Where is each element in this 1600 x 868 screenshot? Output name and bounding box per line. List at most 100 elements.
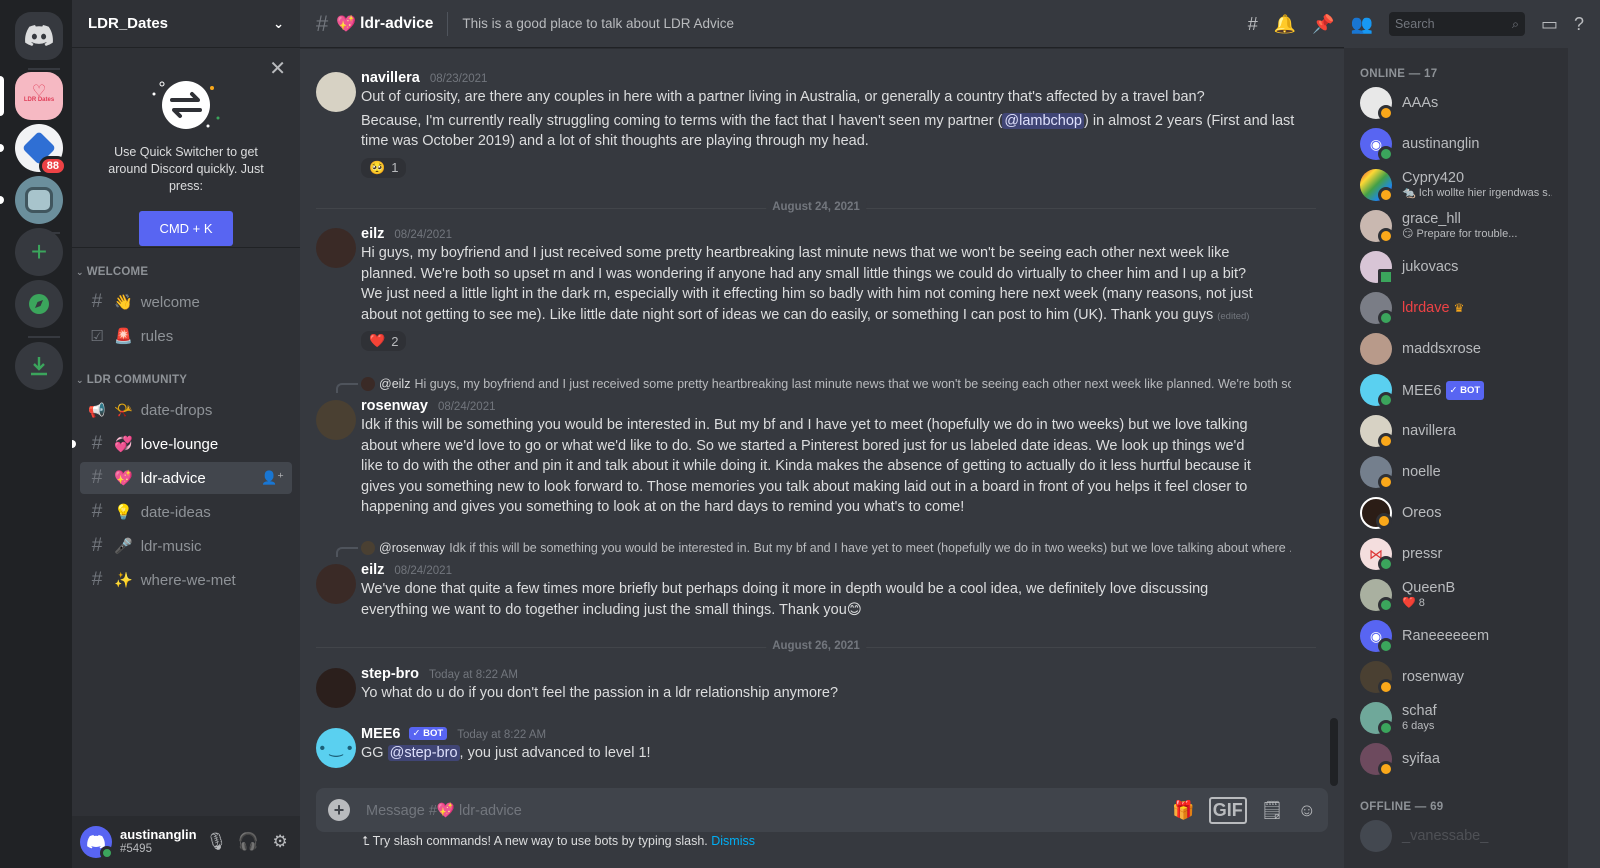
server-diamond[interactable]: 88 <box>15 124 67 176</box>
gear-icon[interactable]: ⚙ <box>268 832 292 852</box>
mention-badge: 88 <box>38 156 67 176</box>
member-name: Oreos <box>1402 504 1442 521</box>
reaction[interactable]: ❤️ 2 <box>361 331 407 351</box>
explore-servers-button[interactable] <box>15 280 63 328</box>
pin-icon[interactable]: 📌 <box>1312 14 1334 35</box>
member-austinanglin[interactable]: ◉ austinanglin <box>1352 123 1560 165</box>
member-pressr[interactable]: ⋈ pressr <box>1352 533 1560 575</box>
member-navillera[interactable]: navillera <box>1352 410 1560 452</box>
close-icon[interactable]: ✕ <box>269 56 286 81</box>
channel-label: ldr-advice <box>140 469 206 487</box>
member-noelle[interactable]: noelle <box>1352 451 1560 493</box>
member-jukovacs[interactable]: jukovacs <box>1352 246 1560 288</box>
chat-area: # 💖 ldr-advice This is a good place to t… <box>300 0 1344 868</box>
message-text: Hi guys, my boyfriend and I just receive… <box>361 243 1300 327</box>
user-mention[interactable]: @step-bro <box>387 745 460 761</box>
category-ldr-community[interactable]: ⌄ LDR COMMUNITY <box>72 374 300 386</box>
server-ldr-dates[interactable]: ♡ LDR Dates <box>15 72 63 120</box>
scrollbar[interactable] <box>1330 718 1338 786</box>
hash-icon: # <box>316 10 329 36</box>
channel-ldr-music[interactable]: # 🎤 ldr-music <box>80 530 292 562</box>
member-vanessabe[interactable]: _vanessabe_ <box>1352 815 1560 857</box>
member-name: _vanessabe_ <box>1402 827 1489 844</box>
message-author[interactable]: eilz <box>361 562 384 578</box>
message-composer[interactable]: + Message #💖 ldr-advice 🎁 GIF 🗒 ☺ <box>316 788 1328 832</box>
channel-where-we-met[interactable]: # ✨ where-we-met <box>80 564 292 596</box>
member-rosenway[interactable]: rosenway <box>1352 656 1560 698</box>
member-schaf[interactable]: schaf 6 days <box>1352 697 1560 739</box>
emoji-icon[interactable]: ☺ <box>1298 800 1316 821</box>
header-toolbar: # 🔔 📌 👥 Search ⌕ ▭ ? <box>1248 0 1584 48</box>
avatar <box>1360 251 1394 285</box>
help-icon[interactable]: ? <box>1574 14 1584 35</box>
member-list-icon[interactable]: 👥 <box>1351 14 1373 35</box>
member-name: QueenB <box>1402 580 1456 596</box>
upload-plus-icon[interactable]: + <box>328 799 350 821</box>
member-name: Cypry420 <box>1402 170 1465 186</box>
hash-icon: # <box>91 467 103 488</box>
avatar[interactable] <box>316 72 356 112</box>
reaction[interactable]: 🥺 1 <box>361 157 407 178</box>
home-button[interactable] <box>15 12 63 60</box>
avatar[interactable] <box>316 564 356 604</box>
avatar[interactable] <box>316 400 356 440</box>
message-header: rosenway 08/24/2021 <box>361 398 1270 414</box>
message-author[interactable]: rosenway <box>361 398 428 414</box>
message-author[interactable]: step-bro <box>361 666 419 682</box>
dismiss-link[interactable]: Dismiss <box>711 834 755 848</box>
member-name: maddsxrose <box>1402 340 1481 357</box>
member-maddsxrose[interactable]: maddsxrose <box>1352 328 1560 370</box>
server-header[interactable]: LDR_Dates ⌄ <box>72 0 300 48</box>
member-cypry420[interactable]: Cypry420 🐀 Ich wollte hier irgendwas s... <box>1352 164 1560 206</box>
hash-icon: # <box>91 535 103 556</box>
member-oreos[interactable]: Oreos <box>1352 492 1560 534</box>
user-names[interactable]: austinanglin #5495 <box>120 828 197 856</box>
heart-icon: ♡ <box>31 83 47 100</box>
download-apps-button[interactable] <box>15 342 63 390</box>
channel-love-lounge[interactable]: # 💞 love-lounge <box>72 428 292 460</box>
reply-preview[interactable]: @rosenway Idk if this will be something … <box>361 541 1291 555</box>
sticker-icon[interactable]: 🗒 <box>1261 800 1284 821</box>
member-name: navillera <box>1402 422 1456 439</box>
channel-date-drops[interactable]: 📢 📯 date-drops <box>80 394 292 426</box>
server-robot[interactable] <box>15 176 63 224</box>
gift-icon[interactable]: 🎁 <box>1172 800 1194 821</box>
avatar[interactable] <box>316 228 356 268</box>
message-input[interactable]: Message #💖 ldr-advice <box>366 802 1158 819</box>
create-invite-icon[interactable]: 👤⁺ <box>261 470 284 486</box>
avatar[interactable]: • ‿ • <box>316 728 356 768</box>
member-raneeeeeem[interactable]: ◉ Raneeeeeem <box>1352 615 1560 657</box>
inbox-icon[interactable]: ▭ <box>1541 14 1558 35</box>
gif-button[interactable]: GIF <box>1208 796 1247 824</box>
channel-welcome[interactable]: # 👋 welcome <box>80 286 292 318</box>
message-author[interactable]: navillera <box>361 70 420 86</box>
channel-date-ideas[interactable]: # 💡 date-ideas <box>80 496 292 528</box>
add-server-button[interactable]: + <box>15 228 63 276</box>
search-input[interactable]: Search ⌕ <box>1388 12 1525 36</box>
avatar[interactable] <box>80 826 114 860</box>
reply-preview[interactable]: @eilz Hi guys, my boyfriend and I just r… <box>361 377 1291 391</box>
member-grace-hll[interactable]: grace_hll 😏 Prepare for trouble... <box>1352 205 1560 247</box>
avatar[interactable] <box>316 668 356 708</box>
member-mee6[interactable]: MEE6 ✓ BOT <box>1352 369 1560 411</box>
message-author[interactable]: eilz <box>361 226 384 242</box>
member-aaas[interactable]: AAAs <box>1352 82 1560 124</box>
quick-switcher-shortcut-button[interactable]: CMD + K <box>139 211 233 246</box>
channel-rules[interactable]: ☑ 🚨 rules <box>80 320 292 352</box>
member-queenb[interactable]: QueenB ❤️ 8 <box>1352 574 1560 616</box>
category-welcome[interactable]: ⌄ WELCOME <box>72 266 300 278</box>
member-activity: 🐀 Ich wollte hier irgendwas s... <box>1402 187 1552 199</box>
channel-sidebar: LDR_Dates ⌄ ✕ Use Quick Switcher to get … <box>72 0 300 868</box>
channel-topic[interactable]: This is a good place to talk about LDR A… <box>462 16 734 31</box>
headphones-icon[interactable]: 🎧 <box>236 832 260 852</box>
user-mention[interactable]: @lambchop <box>1002 112 1084 129</box>
member-ldrdave[interactable]: ldrdave ♛ <box>1352 287 1560 329</box>
message-author[interactable]: MEE6 <box>361 726 401 742</box>
mute-microphone-icon[interactable]: 🎙 <box>205 832 229 852</box>
bell-icon[interactable]: 🔔 <box>1274 14 1296 35</box>
idle-status-icon <box>1378 105 1394 121</box>
member-syifaa[interactable]: syifaa <box>1352 738 1560 780</box>
channel-ldr-advice[interactable]: # 💖 ldr-advice 👤⁺ <box>80 462 292 494</box>
threads-icon[interactable]: # <box>1248 14 1258 35</box>
message-text-part: Hi guys, my boyfriend and I just receive… <box>361 245 1253 323</box>
